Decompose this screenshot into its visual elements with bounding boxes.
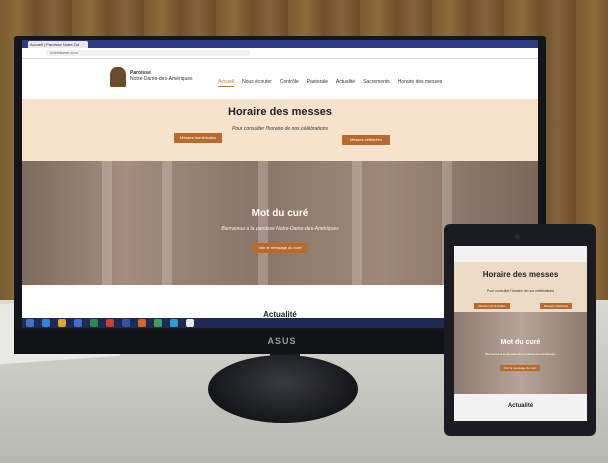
church-pillar	[162, 161, 172, 285]
word-icon[interactable]	[122, 319, 130, 327]
taskbar-app-icon[interactable]	[154, 319, 162, 327]
cure-message-button[interactable]: Voir le message du curé	[252, 243, 308, 253]
browser-tab[interactable]: Accueil | Paroisse Notre-Da	[28, 41, 88, 48]
tablet-masses-subtitle: Pour consulter l'horaire de nos célébrat…	[486, 289, 555, 293]
tablet-messes-celebrees-button[interactable]: Messes célébrées	[540, 303, 572, 309]
site-name-line2: Notre-Dame-des-Amériques	[130, 76, 193, 82]
taskbar-app-icon[interactable]	[90, 319, 98, 327]
taskbar-app-icon[interactable]	[170, 319, 178, 327]
tablet-cure-subtitle: Bienvenue à la paroisse Notre-Dame-des-A…	[485, 352, 556, 356]
taskbar-app-icon[interactable]	[42, 319, 50, 327]
site-name[interactable]: Paroisse Notre-Dame-des-Amériques	[130, 70, 220, 82]
masses-subtitle: Pour consulter l'horaire de nos célébrat…	[231, 126, 328, 132]
tablet-cure-title: Mot du curé	[500, 339, 541, 346]
chrome-icon[interactable]	[186, 319, 194, 327]
tablet-news-title: Actualité	[507, 403, 534, 409]
main-nav: Accueil Nous écouter Contrôle Pastorale …	[218, 79, 518, 87]
address-bar[interactable]: notredame.com	[46, 50, 250, 56]
messes-dominicales-button[interactable]: Messes dominicales	[174, 133, 222, 143]
taskbar-app-icon[interactable]	[106, 319, 114, 327]
nav-controle[interactable]: Contrôle	[280, 79, 299, 87]
parish-logo-icon[interactable]	[110, 67, 126, 87]
church-pillar	[102, 161, 112, 285]
monitor-brand-logo: ASUS	[267, 336, 297, 346]
tablet-camera-icon	[515, 234, 520, 239]
nav-actualite[interactable]: Actualité	[336, 79, 355, 87]
folder-icon[interactable]	[58, 319, 66, 327]
taskbar-app-icon[interactable]	[138, 319, 146, 327]
nav-nous-ecouter[interactable]: Nous écouter	[242, 79, 272, 87]
tablet-masses-title: Horaire des messes	[482, 270, 559, 279]
tablet-messes-dominicales-button[interactable]: Messes dominicales	[474, 303, 510, 309]
church-pillar	[352, 161, 362, 285]
nav-horaire[interactable]: Horaire des messes	[398, 79, 442, 87]
nav-pastorale[interactable]: Pastorale	[307, 79, 328, 87]
browser-tab-bar	[22, 40, 538, 48]
cure-title: Mot du curé	[251, 208, 309, 219]
messes-celebrees-button[interactable]: Messes célébrées	[342, 135, 390, 145]
start-icon[interactable]	[26, 319, 34, 327]
tablet-cure-message-button[interactable]: Voir le message du curé	[500, 365, 540, 371]
church-pillar	[258, 161, 268, 285]
masses-title: Horaire des messes	[228, 106, 332, 118]
monitor-base	[208, 355, 358, 423]
taskbar-app-icon[interactable]	[74, 319, 82, 327]
nav-sacrements[interactable]: Sacrements	[363, 79, 390, 87]
nav-accueil[interactable]: Accueil	[218, 79, 235, 87]
